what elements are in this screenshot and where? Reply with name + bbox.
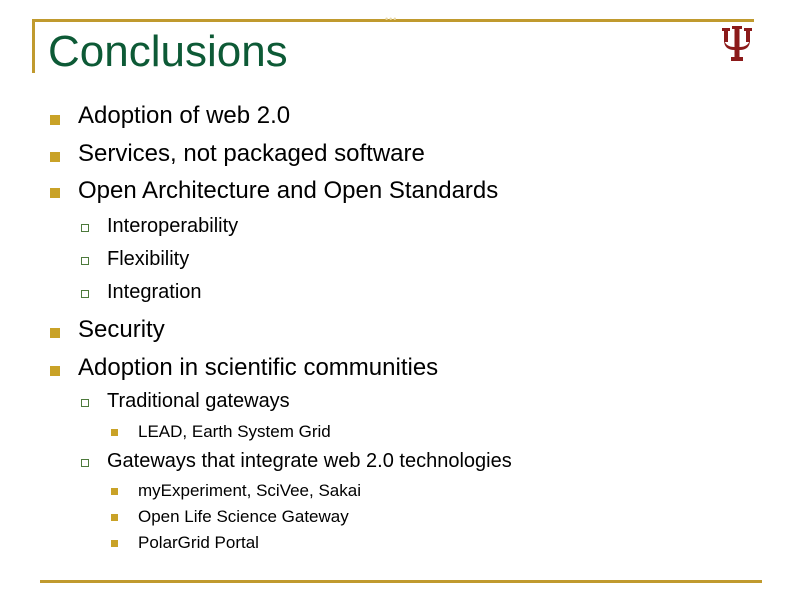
sub-sub-bullet-item: Open Life Science Gateway [138, 507, 349, 526]
bullet-square-icon [50, 366, 60, 376]
sub-sub-bullet-item: myExperiment, SciVee, Sakai [138, 481, 361, 500]
bullet-list: Adoption of web 2.0 Services, not packag… [0, 0, 800, 600]
bullet-square-icon [50, 152, 60, 162]
bullet-square-icon [50, 328, 60, 338]
bullet-item: Security [78, 316, 165, 343]
bullet-hollow-square-icon [81, 399, 89, 407]
bullet-hollow-square-icon [81, 224, 89, 232]
sub-bullet-item: Gateways that integrate web 2.0 technolo… [107, 450, 512, 472]
bullet-item: Services, not packaged software [78, 140, 425, 167]
bullet-small-square-icon [111, 540, 118, 547]
bullet-hollow-square-icon [81, 257, 89, 265]
bullet-small-square-icon [111, 514, 118, 521]
bullet-small-square-icon [111, 429, 118, 436]
sub-bullet-item: Traditional gateways [107, 390, 290, 412]
sub-sub-bullet-item: LEAD, Earth System Grid [138, 422, 331, 441]
bullet-hollow-square-icon [81, 459, 89, 467]
bullet-item: Adoption in scientific communities [78, 354, 439, 381]
bullet-item: Adoption of web 2.0 [78, 102, 291, 129]
bullet-square-icon [50, 115, 60, 125]
footer-rule [40, 580, 762, 583]
sub-bullet-item: Flexibility [107, 248, 190, 270]
bullet-hollow-square-icon [81, 290, 89, 298]
sub-bullet-item: Interoperability [107, 215, 239, 237]
bullet-small-square-icon [111, 488, 118, 495]
bullet-square-icon [50, 188, 60, 198]
sub-bullet-item: Integration [107, 281, 202, 303]
sub-sub-bullet-item: PolarGrid Portal [138, 533, 259, 552]
bullet-item: Open Architecture and Open Standards [78, 177, 499, 204]
